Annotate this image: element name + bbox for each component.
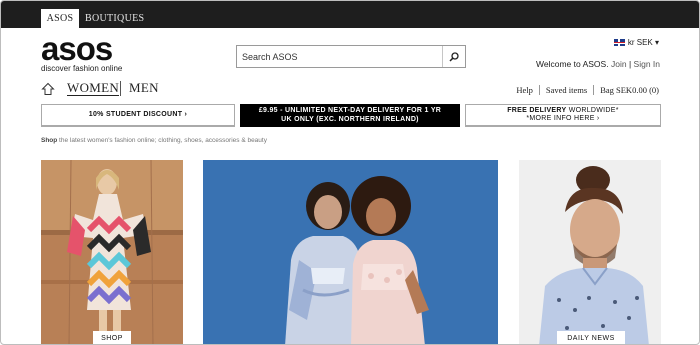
next-day-delivery-banner[interactable]: £9.95 - UNLIMITED NEXT-DAY DELIVERY FOR … <box>240 104 460 127</box>
free-delivery-worldwide: WORLDWIDE* <box>566 106 619 114</box>
welcome-text: Welcome to ASOS. <box>535 59 609 69</box>
logo-tagline: discover fashion online <box>41 64 123 73</box>
uk-flag-icon <box>613 39 625 46</box>
currency-selector[interactable]: kr SEK ▾ <box>613 38 659 47</box>
model-in-zigzag-dress-image <box>41 160 183 344</box>
home-icon[interactable] <box>41 82 55 96</box>
logo-wordmark: asos <box>41 30 113 67</box>
delivery-line-1: £9.95 - UNLIMITED NEXT-DAY DELIVERY FOR … <box>258 107 442 114</box>
daily-news-feed-button[interactable]: DAILY NEWS FEED <box>557 331 625 344</box>
bag-total: SEK0.00 (0) <box>616 85 659 95</box>
browser-frame: ASOS BOUTIQUES asos discover fashion onl… <box>0 0 700 345</box>
asos-logo[interactable]: asos discover fashion online <box>41 32 123 74</box>
two-models-hero-image <box>203 160 498 344</box>
nav-men[interactable]: MEN <box>129 81 159 95</box>
nav-women[interactable]: WOMEN <box>67 81 120 96</box>
student-discount-text: 10% STUDENT DISCOUNT › <box>88 110 188 118</box>
tab-asos[interactable]: ASOS <box>41 9 79 28</box>
search-icon <box>449 51 459 62</box>
account-welcome: Welcome to ASOS. Join | Sign In <box>536 59 660 69</box>
tab-boutiques[interactable]: BOUTIQUES <box>85 9 144 28</box>
shop-description-bold: Shop <box>41 137 58 144</box>
tile-hero-models[interactable] <box>203 160 498 344</box>
nav-divider <box>120 81 121 96</box>
help-link[interactable]: Help <box>516 85 533 95</box>
join-link[interactable]: Join <box>611 59 627 69</box>
saved-items-link[interactable]: Saved items <box>546 85 587 95</box>
free-delivery-bold: FREE DELIVERY <box>507 106 567 114</box>
free-delivery-heading: FREE DELIVERY WORLDWIDE* <box>507 107 619 116</box>
bag-link[interactable]: Bag SEK0.00 (0) <box>600 85 659 95</box>
store-switcher-bar: ASOS BOUTIQUES <box>1 1 699 28</box>
search-input[interactable] <box>237 46 441 67</box>
shop-description: Shop the latest women's fashion online; … <box>41 137 267 144</box>
sign-in-link[interactable]: Sign In <box>634 59 660 69</box>
search-button[interactable] <box>442 46 465 67</box>
tile-men-news[interactable]: DAILY NEWS FEED <box>519 160 661 344</box>
student-discount-banner[interactable]: 10% STUDENT DISCOUNT › <box>41 104 235 127</box>
welcome-divider: | <box>628 59 632 69</box>
tile-women-dress[interactable]: SHOP <box>41 160 183 344</box>
search-box <box>236 45 466 68</box>
utility-divider <box>593 85 595 95</box>
man-with-topknot-image <box>519 160 661 344</box>
currency-label: kr SEK ▾ <box>627 38 659 47</box>
utility-links: Help Saved items Bag SEK0.00 (0) <box>516 85 659 95</box>
free-delivery-banner[interactable]: FREE DELIVERY WORLDWIDE* *MORE INFO HERE… <box>465 104 661 127</box>
shop-button[interactable]: SHOP <box>93 331 131 344</box>
delivery-line-2: UK ONLY (EXC. NORTHERN IRELAND) <box>281 115 419 123</box>
shop-description-text: the latest women's fashion online; cloth… <box>57 137 267 144</box>
free-delivery-more-info: *MORE INFO HERE › <box>526 115 600 122</box>
utility-divider <box>538 85 540 95</box>
bag-label: Bag <box>600 85 614 95</box>
